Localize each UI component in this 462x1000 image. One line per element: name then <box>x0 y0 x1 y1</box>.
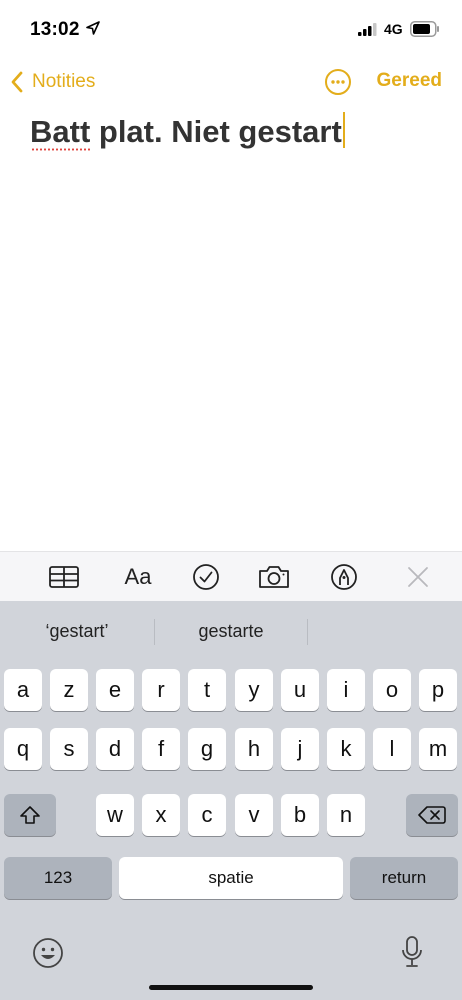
format-toolbar: Aa <box>0 551 462 601</box>
ellipsis-circle-icon[interactable] <box>324 68 352 96</box>
camera-button[interactable] <box>256 562 292 592</box>
location-arrow-icon <box>86 21 100 35</box>
text-caret <box>342 112 345 148</box>
network-type: 4G <box>384 21 403 37</box>
note-text[interactable]: Batt plat. Niet gestart <box>30 114 342 149</box>
key-z[interactable]: z <box>50 669 88 711</box>
key-n[interactable]: n <box>327 794 365 836</box>
signal-bars-icon <box>358 23 377 36</box>
markup-button[interactable] <box>328 562 360 592</box>
backspace-icon <box>418 806 446 824</box>
suggestion-2[interactable]: gestarte <box>155 621 307 642</box>
note-text-container[interactable]: Batt plat. Niet gestart <box>30 112 345 151</box>
close-icon <box>408 567 428 587</box>
key-t[interactable]: t <box>188 669 226 711</box>
key-m[interactable]: m <box>419 728 457 770</box>
key-v[interactable]: v <box>235 794 273 836</box>
space-key[interactable]: spatie <box>119 857 343 899</box>
chevron-left-icon <box>11 71 23 93</box>
close-toolbar-button[interactable] <box>402 562 434 592</box>
key-j[interactable]: j <box>281 728 319 770</box>
key-x[interactable]: x <box>142 794 180 836</box>
home-indicator <box>149 985 313 990</box>
table-button[interactable] <box>48 562 80 592</box>
table-icon <box>49 566 79 588</box>
spellcheck-underline <box>31 148 91 151</box>
back-button[interactable]: Notities <box>10 68 95 96</box>
key-s[interactable]: s <box>50 728 88 770</box>
key-r[interactable]: r <box>142 669 180 711</box>
key-o[interactable]: o <box>373 669 411 711</box>
note-body[interactable]: Batt plat. Niet gestart <box>30 112 440 151</box>
checklist-icon <box>193 564 219 590</box>
key-k[interactable]: k <box>327 728 365 770</box>
delete-key[interactable] <box>406 794 458 836</box>
checklist-button[interactable] <box>190 562 222 592</box>
key-d[interactable]: d <box>96 728 134 770</box>
status-bar: 13:02 4G <box>0 0 462 58</box>
return-key[interactable]: return <box>350 857 458 899</box>
key-h[interactable]: h <box>235 728 273 770</box>
back-label: Notities <box>32 71 96 92</box>
key-p[interactable]: p <box>419 669 457 711</box>
suggestion-divider <box>307 619 308 645</box>
key-b[interactable]: b <box>281 794 319 836</box>
suggestion-bar: ‘gestart’ gestarte <box>0 601 462 663</box>
key-e[interactable]: e <box>96 669 134 711</box>
done-button[interactable]: Gereed <box>377 70 442 92</box>
key-y[interactable]: y <box>235 669 273 711</box>
text-format-icon: Aa <box>124 564 152 589</box>
shift-icon <box>20 806 40 824</box>
markup-pen-icon <box>331 564 357 590</box>
keyboard: ‘gestart’ gestarte a z e r t y u i o p q… <box>0 601 462 1000</box>
camera-icon <box>259 566 289 588</box>
key-i[interactable]: i <box>327 669 365 711</box>
key-g[interactable]: g <box>188 728 226 770</box>
nav-bar: Notities Gereed <box>0 58 462 106</box>
key-l[interactable]: l <box>373 728 411 770</box>
key-w[interactable]: w <box>96 794 134 836</box>
key-q[interactable]: q <box>4 728 42 770</box>
microphone-icon[interactable] <box>400 935 424 969</box>
numbers-key[interactable]: 123 <box>4 857 112 899</box>
key-c[interactable]: c <box>188 794 226 836</box>
battery-icon <box>410 21 439 37</box>
key-a[interactable]: a <box>4 669 42 711</box>
suggestion-1[interactable]: ‘gestart’ <box>0 621 154 642</box>
status-time: 13:02 <box>30 19 80 40</box>
emoji-icon[interactable] <box>32 937 64 969</box>
shift-key[interactable] <box>4 794 56 836</box>
text-format-button[interactable]: Aa <box>120 562 156 592</box>
key-f[interactable]: f <box>142 728 180 770</box>
key-u[interactable]: u <box>281 669 319 711</box>
